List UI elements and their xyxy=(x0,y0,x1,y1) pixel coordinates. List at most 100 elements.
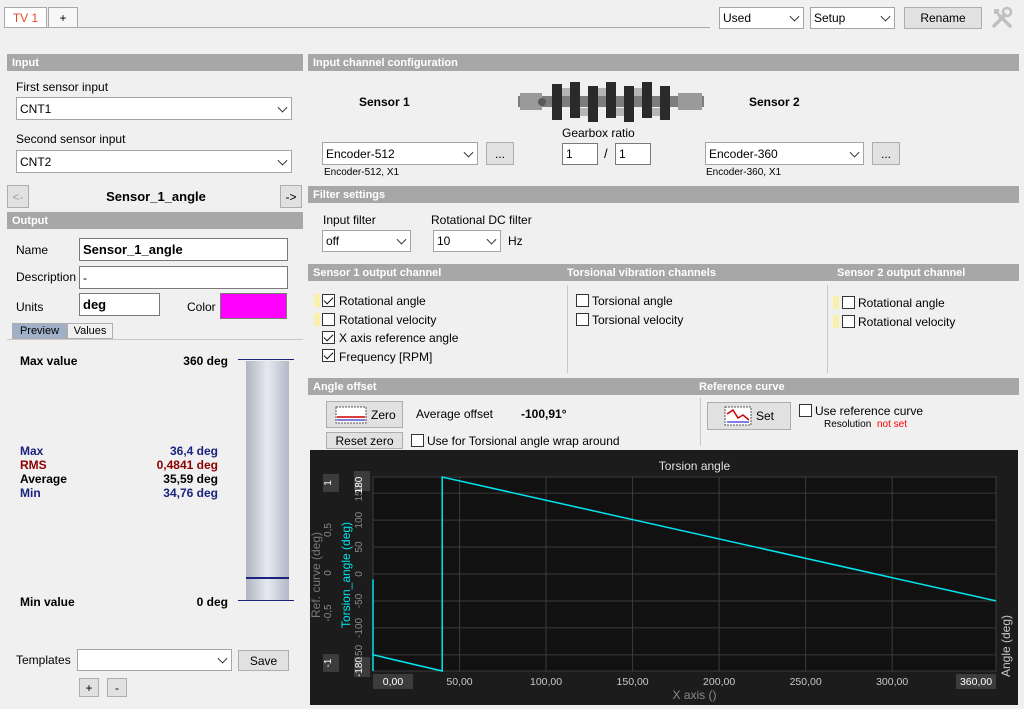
next-channel-button[interactable]: -> xyxy=(280,185,302,208)
description-label: Description xyxy=(16,270,77,284)
input-filter-select[interactable]: off xyxy=(322,230,411,252)
s1-rotational-velocity-label: Rotational velocity xyxy=(339,313,437,327)
gear-denominator-field[interactable]: 1 xyxy=(615,143,651,165)
set-reference-button[interactable]: Set xyxy=(707,402,791,430)
torsional-angle-checkbox[interactable] xyxy=(576,294,589,307)
channel-marker xyxy=(314,313,320,326)
x-tick-label: 50,00 xyxy=(446,676,472,688)
max-value: 360 deg xyxy=(183,354,228,368)
chevron-down-icon xyxy=(396,234,407,245)
s2-rotational-velocity-label: Rotational velocity xyxy=(858,315,956,329)
input-channel-config-header: Input channel configuration xyxy=(308,54,1019,71)
s2-rotational-angle-checkbox[interactable] xyxy=(842,296,855,309)
x-tick-label: 0,00 xyxy=(383,676,404,688)
torsional-angle-label: Torsional angle xyxy=(592,294,673,308)
chart-svg[interactable]: Torsion angle 0,00 50,00 100,00 150,00 200,00… xyxy=(309,450,1018,705)
stat-label: Average xyxy=(20,472,67,486)
s2-rotational-velocity-checkbox[interactable] xyxy=(842,315,855,328)
units-field[interactable]: deg xyxy=(79,293,160,316)
stat-value: 0,4841 deg xyxy=(156,458,218,472)
sensor2-title: Sensor 2 xyxy=(749,95,800,109)
min-value: 0 deg xyxy=(196,595,228,609)
description-field[interactable]: - xyxy=(79,266,288,289)
channel-name-title: Sensor_1_angle xyxy=(106,189,206,204)
ref-axis-label: Ref. curve (deg) xyxy=(310,532,323,618)
tab-preview[interactable]: Preview xyxy=(12,323,67,339)
right-axis-label: Angle (deg) xyxy=(999,615,1013,677)
input-header: Input xyxy=(7,54,303,71)
average-offset-label: Average offset xyxy=(416,407,493,421)
dc-filter-select[interactable]: 10 xyxy=(433,230,501,252)
sensor1-more-button[interactable]: ... xyxy=(486,142,514,165)
crankshaft-icon xyxy=(518,82,704,122)
name-field[interactable]: Sensor_1_angle xyxy=(79,238,288,261)
s1-x-axis-reference-label: X axis reference angle xyxy=(339,331,459,345)
tab-add[interactable]: + xyxy=(48,7,78,28)
tab-values[interactable]: Values xyxy=(67,323,113,339)
use-reference-curve-label: Use reference curve xyxy=(815,404,924,418)
sensor2-encoder-select[interactable]: Encoder-360 xyxy=(705,142,864,165)
sensor2-encoder-desc: Encoder-360, X1 xyxy=(706,167,782,178)
channel-marker xyxy=(314,294,320,307)
add-template-button[interactable]: + xyxy=(79,678,99,697)
dc-filter-value: 10 xyxy=(437,234,451,248)
gear-numerator-field[interactable]: 1 xyxy=(562,143,598,165)
chevron-down-icon xyxy=(789,11,800,22)
y-tick-label: -50 xyxy=(354,593,365,608)
name-label: Name xyxy=(16,243,49,257)
prev-channel-button[interactable]: <- xyxy=(7,185,29,208)
chevron-down-icon xyxy=(880,11,891,22)
wrap-around-checkbox[interactable] xyxy=(411,434,424,447)
templates-select[interactable] xyxy=(77,649,232,671)
sensor2-more-button[interactable]: ... xyxy=(872,142,900,165)
use-reference-curve-checkbox[interactable] xyxy=(799,404,812,417)
angle-ref-divider xyxy=(700,398,701,446)
preview-divider xyxy=(7,339,303,340)
tab-strip-line xyxy=(4,27,710,28)
reset-zero-button[interactable]: Reset zero xyxy=(326,432,403,449)
first-sensor-label: First sensor input xyxy=(16,80,109,94)
sensor1-encoder-select[interactable]: Encoder-512 xyxy=(322,142,478,165)
gearbox-label: Gearbox ratio xyxy=(562,126,635,140)
rename-button[interactable]: Rename xyxy=(904,7,982,29)
x-tick-label: 200,00 xyxy=(703,676,735,688)
s1-rotational-angle-label: Rotational angle xyxy=(339,294,426,308)
stat-value: 36,4 deg xyxy=(169,444,218,458)
input-filter-label: Input filter xyxy=(323,213,376,227)
first-sensor-value: CNT1 xyxy=(20,101,52,116)
save-template-button[interactable]: Save xyxy=(238,650,289,671)
torsional-velocity-checkbox[interactable] xyxy=(576,313,589,326)
resolution-value: not set xyxy=(877,419,908,430)
x-tick-label: 300,00 xyxy=(876,676,908,688)
y-tick-label: 50 xyxy=(354,541,365,553)
remove-template-button[interactable]: - xyxy=(107,678,127,697)
zero-offset-icon xyxy=(335,406,367,423)
sensor1-encoder-value: Encoder-512 xyxy=(326,146,395,161)
s1-frequency-checkbox[interactable] xyxy=(322,349,335,362)
zero-button[interactable]: Zero xyxy=(326,401,403,428)
preview-bar xyxy=(246,361,289,601)
used-select[interactable]: Used xyxy=(719,7,804,29)
setup-select[interactable]: Setup xyxy=(810,7,895,29)
s1-rotational-velocity-checkbox[interactable] xyxy=(322,313,335,326)
max-value-label: Max value xyxy=(20,354,78,368)
tools-icon[interactable] xyxy=(990,6,1014,30)
zero-button-label: Zero xyxy=(371,407,396,422)
tab-tv1[interactable]: TV 1 xyxy=(4,7,47,28)
input-filter-value: off xyxy=(326,234,340,248)
channel-marker xyxy=(833,315,839,328)
torsion-angle-chart[interactable]: Torsion angle 0,00 50,00 100,00 150,00 200,00… xyxy=(309,450,1018,705)
y-axis-label: Torsion_angle (deg) xyxy=(339,522,353,628)
torsional-channels-header: Torsional vibration channels xyxy=(562,264,832,281)
y-tick-label: 100 xyxy=(354,511,365,528)
second-sensor-select[interactable]: CNT2 xyxy=(16,150,292,173)
y-tick-label: -100 xyxy=(354,617,365,637)
s1-rotational-angle-checkbox[interactable] xyxy=(322,294,335,307)
s1-x-axis-reference-checkbox[interactable] xyxy=(322,331,335,344)
min-value-label: Min value xyxy=(20,595,75,609)
color-swatch[interactable] xyxy=(220,293,287,319)
first-sensor-select[interactable]: CNT1 xyxy=(16,97,292,120)
channel-divider-2 xyxy=(827,285,828,373)
ref-tick-label: -1 xyxy=(323,658,334,667)
ref-tick-label: 0 xyxy=(323,570,334,576)
